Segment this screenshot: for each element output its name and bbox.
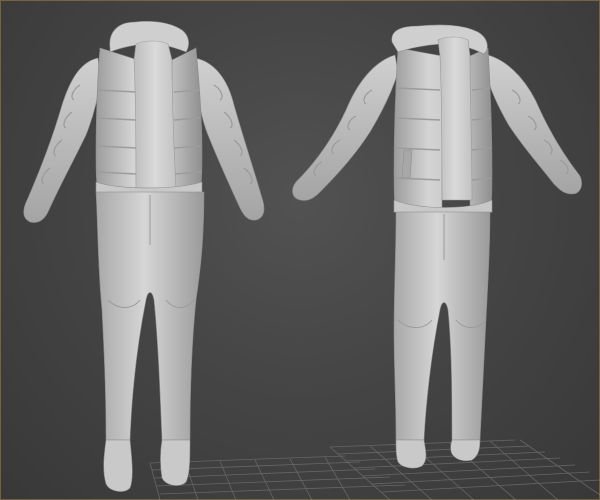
outfit-left[interactable]: [23, 20, 265, 492]
right-t-shirt: [437, 36, 473, 201]
right-jacket-left-sleeve: [292, 54, 399, 201]
left-jacket-right-sleeve: [194, 57, 265, 221]
left-sneaker-l: [103, 439, 133, 492]
right-sneaker-r: [450, 439, 481, 462]
left-t-shirt: [133, 40, 177, 189]
outfit-right[interactable]: [292, 24, 582, 469]
left-sneaker-r: [160, 439, 191, 486]
ground-grid: [149, 439, 600, 500]
right-sneaker-l: [395, 439, 427, 469]
3d-viewport[interactable]: [0, 0, 600, 500]
viewport-canvas[interactable]: [0, 0, 600, 500]
